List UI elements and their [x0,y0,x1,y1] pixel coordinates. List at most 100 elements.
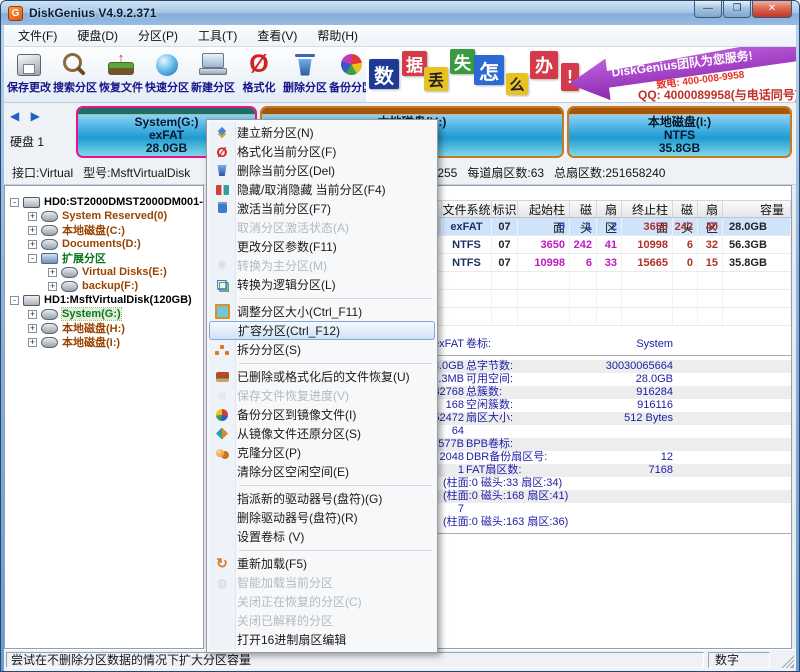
tree-expand-toggle[interactable]: + [28,240,37,249]
context-menu-item[interactable]: 设置卷标 (V) [209,527,435,546]
minimize-button[interactable]: — [694,1,722,18]
tree-expand-toggle[interactable]: - [28,254,37,263]
context-menu-item[interactable]: 智能加载当前分区 [209,573,435,592]
menubar-item[interactable]: 查看(V) [247,25,307,46]
tree-item[interactable]: + System Reserved(0) [5,209,203,223]
tree-item-label: Documents(D:) [62,238,141,250]
context-menu-item[interactable]: 已删除或格式化后的文件恢复(U) [209,367,435,386]
tree-expand-toggle[interactable]: + [48,282,57,291]
toolbar-button[interactable]: 新建分区 [190,49,236,101]
context-menu-item[interactable] [209,546,435,554]
detail-label [464,425,588,438]
tree-item[interactable]: + Documents(D:) [5,237,203,251]
maximize-button[interactable]: ❐ [723,1,751,18]
toolbar-button[interactable]: 搜索分区 [52,49,98,101]
toolbar: 保存更改 搜索分区 恢复文件 快速分区 [4,47,796,103]
toolbar-button[interactable]: 恢复文件 [98,49,144,101]
context-menu-item[interactable]: 清除分区空闲空间(E) [209,462,435,481]
context-menu-item[interactable]: 关闭正在恢复的分区(C) [209,592,435,611]
col-header-start-cyl[interactable]: 起始柱面 [518,201,570,217]
partition-context-menu: 建立新分区(N) 格式化当前分区(F) 删除当前分区(Del) 隐藏/取消隐藏 … [206,119,438,653]
col-header-filesystem[interactable]: 文件系统 [442,201,492,217]
toolbar-button-icon [15,51,43,78]
prev-disk-arrow-icon[interactable]: ◀ [10,109,23,123]
tree-item[interactable]: + 本地磁盘(H:) [5,321,203,335]
context-menu-item-label: 调整分区大小(Ctrl_F11) [237,303,362,320]
cell-end-cyl: 15665 [622,254,673,271]
menubar-item[interactable]: 硬盘(D) [67,25,128,46]
cell-start-head: 242 [570,236,597,253]
tree-expand-toggle[interactable]: + [28,226,37,235]
toolbar-button[interactable]: 快速分区 [144,49,190,101]
tree-item[interactable]: + 本地磁盘(C:) [5,223,203,237]
tree-expand-toggle[interactable]: + [28,310,37,319]
context-menu-item[interactable]: 建立新分区(N) [209,123,435,142]
tree-item[interactable]: - 扩展分区 [5,251,203,265]
tree-item[interactable]: + 本地磁盘(I:) [5,335,203,349]
context-menu-item[interactable]: 扩容分区(Ctrl_F12) [209,321,435,340]
context-menu-item[interactable]: 从镜像文件还原分区(S) [209,424,435,443]
toolbar-button-icon [107,51,135,78]
cell-start-cyl [518,308,570,325]
tree-item[interactable]: - HD0:ST2000DMST2000DM001-1CH [5,195,203,209]
cell-end-cyl [622,272,673,289]
col-header-end-sector[interactable]: 扇区 [698,201,723,217]
toolbar-button[interactable]: 格式化 [236,49,282,101]
col-header-id[interactable]: 标识 [492,201,518,217]
toolbar-button[interactable]: 删除分区 [282,49,328,101]
context-menu-item[interactable]: 指派新的驱动器号(盘符)(G) [209,489,435,508]
col-header-start-sector[interactable]: 扇区 [597,201,622,217]
tree-expand-toggle[interactable]: + [48,268,57,277]
context-menu-item-icon [214,144,230,159]
context-menu-item[interactable]: 保存文件恢复进度(V) [209,386,435,405]
context-menu-item[interactable]: 取消分区激活状态(A) [209,218,435,237]
cell-end-head [673,308,698,325]
detail-label: FAT扇区数: [464,464,588,477]
context-menu-item[interactable] [209,481,435,489]
partition-type-ribbon [569,108,790,115]
tree-expand-toggle[interactable]: + [28,324,37,333]
tree-expand-toggle[interactable]: + [28,338,37,347]
context-menu-item[interactable]: 拆分分区(S) [209,340,435,359]
context-menu-item[interactable]: 删除当前分区(Del) [209,161,435,180]
col-header-start-head[interactable]: 磁头 [570,201,597,217]
context-menu-item[interactable]: 重新加载(F5) [209,554,435,573]
context-menu-item[interactable]: 删除驱动器号(盘符)(R) [209,508,435,527]
tree-item[interactable]: + backup(F:) [5,279,203,293]
next-disk-arrow-icon[interactable]: ▶ [31,109,44,123]
menubar-item[interactable]: 文件(F) [8,25,67,46]
col-header-capacity[interactable]: 容量 [723,201,791,217]
detail-label: 扇区大小: [464,412,588,425]
close-button[interactable]: ✕ [752,1,792,18]
col-header-end-cyl[interactable]: 终止柱面 [622,201,673,217]
context-menu-item-icon [214,388,230,403]
context-menu-item[interactable]: 激活当前分区(F7) [209,199,435,218]
menubar-item[interactable]: 帮助(H) [307,25,368,46]
context-menu-item[interactable]: 克隆分区(P) [209,443,435,462]
disk-info-right: 磁头数:255 每道扇区数:63 总扇区数:251658240 [398,163,665,184]
context-menu-item[interactable]: 调整分区大小(Ctrl_F11) [209,302,435,321]
context-menu-item[interactable]: 更改分区参数(F11) [209,237,435,256]
tree-item[interactable]: - HD1:MsftVirtualDisk(120GB) [5,293,203,307]
toolbar-button[interactable]: 保存更改 [6,49,52,101]
tree-expand-toggle[interactable]: - [10,296,19,305]
resize-grip[interactable] [781,655,794,668]
tree-item[interactable]: + System(G:) [5,307,203,321]
tree-expand-toggle[interactable]: + [28,212,37,221]
tree-expand-toggle[interactable]: - [10,198,19,207]
detail-value: 916284 [588,386,673,399]
context-menu-item[interactable]: 打开16进制扇区编辑 [209,630,435,649]
menubar-item[interactable]: 分区(P) [128,25,188,46]
menubar-item[interactable]: 工具(T) [188,25,247,46]
context-menu-item[interactable]: 隐藏/取消隐藏 当前分区(F4) [209,180,435,199]
context-menu-item[interactable]: 转换为逻辑分区(L) [209,275,435,294]
context-menu-item[interactable]: 转换为主分区(M) [209,256,435,275]
col-header-end-head[interactable]: 磁头 [673,201,698,217]
context-menu-item[interactable]: 格式化当前分区(F) [209,142,435,161]
tree-item[interactable]: + Virtual Disks(E:) [5,265,203,279]
partition-block[interactable]: 本地磁盘(I:) NTFS 35.8GB [567,106,792,158]
context-menu-item[interactable] [209,294,435,302]
context-menu-item[interactable] [209,359,435,367]
context-menu-item[interactable]: 关闭已解释的分区 [209,611,435,630]
context-menu-item[interactable]: 备份分区到镜像文件(I) [209,405,435,424]
